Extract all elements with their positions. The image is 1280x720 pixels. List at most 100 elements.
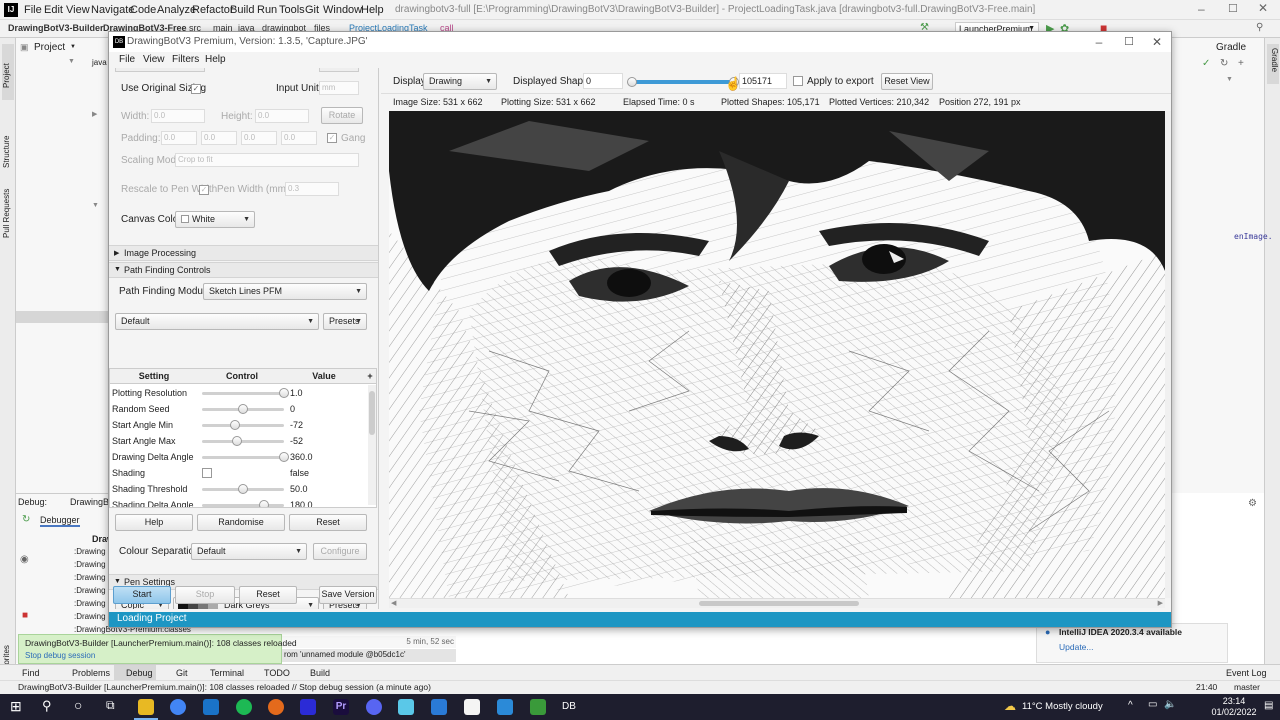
padding-input[interactable]: 0.0	[281, 131, 317, 145]
ide-search-icon[interactable]: ⚲	[1256, 22, 1263, 33]
tool-tab-pull-requests[interactable]: Pull Requests	[2, 189, 11, 238]
cortana-icon[interactable]: ○	[74, 697, 82, 713]
breadcrumb-item[interactable]: DrawingBotV3-Builder	[8, 23, 104, 33]
setting-slider-knob[interactable]	[238, 484, 248, 494]
add-column-icon[interactable]: +	[362, 369, 376, 384]
column-header-control[interactable]: Control	[198, 369, 286, 384]
ide-menu-file[interactable]: File	[24, 4, 42, 16]
setting-value[interactable]: -72	[290, 420, 303, 430]
notification-classes-reloaded[interactable]: DrawingBotV3-Builder [LauncherPremium.ma…	[18, 634, 297, 664]
ide-menu-analyze[interactable]: Analyze	[157, 4, 196, 16]
debug-tree-item[interactable]: :Drawing	[74, 547, 106, 556]
table-scrollbar[interactable]	[368, 385, 376, 505]
app-icon[interactable]	[497, 699, 513, 715]
setting-slider-knob[interactable]	[279, 452, 289, 462]
debugger-tab[interactable]: Debugger	[40, 515, 80, 527]
settings-row[interactable]: Shading Delta Angle 180.0	[110, 497, 372, 507]
height-input[interactable]: 0.0	[255, 109, 309, 123]
update-link[interactable]: Update...	[1059, 642, 1094, 652]
gradle-pane-title[interactable]: Gradle	[1216, 42, 1246, 53]
ide-menu-git[interactable]: Git	[305, 4, 319, 16]
eye-icon[interactable]: ◉	[20, 554, 29, 565]
maximize-icon[interactable]: ☐	[1117, 34, 1141, 50]
stop-debug-link[interactable]: Stop debug session	[25, 651, 95, 660]
tool-tab-project[interactable]: Project	[2, 44, 14, 100]
tab-todo[interactable]: TODO	[264, 668, 290, 678]
clock-date[interactable]: 01/02/2022	[1204, 707, 1264, 717]
display-select[interactable]: Drawing ▼	[423, 73, 497, 90]
padding-input[interactable]: 0.0	[161, 131, 197, 145]
settings-row[interactable]: Start Angle Max -52	[110, 433, 372, 449]
spotify-icon[interactable]	[236, 699, 252, 715]
column-header-setting[interactable]: Setting	[110, 369, 198, 384]
setting-slider[interactable]	[202, 436, 284, 446]
setting-slider-knob[interactable]	[232, 436, 243, 446]
notification-update[interactable]: ● IntelliJ IDEA 2020.3.4 available Updat…	[1036, 623, 1228, 663]
file-explorer-icon[interactable]	[138, 699, 154, 715]
rescale-pen-width-checkbox[interactable]: ✓	[199, 185, 209, 195]
ide-menu-window[interactable]: Window	[323, 4, 362, 16]
ide-close-icon[interactable]: ✕	[1258, 1, 1268, 15]
menu-file[interactable]: File	[119, 54, 135, 65]
stop-debug-icon[interactable]: ■	[22, 610, 28, 621]
task-view-icon[interactable]: ⧉	[106, 698, 115, 713]
tool-tab-gradle[interactable]: Gradle	[1267, 44, 1279, 84]
ide-menu-edit[interactable]: Edit	[44, 4, 63, 16]
setting-checkbox[interactable]	[202, 468, 212, 478]
canvas-color-picker[interactable]: White ▼	[175, 211, 255, 228]
table-scrollbar-thumb[interactable]	[369, 391, 375, 435]
setting-value[interactable]: 0	[290, 404, 295, 414]
weather-text[interactable]: 11°C Mostly cloudy	[1022, 701, 1103, 712]
column-header-value[interactable]: Value	[286, 369, 362, 384]
project-pane-title[interactable]: Project	[34, 42, 65, 53]
close-icon[interactable]: ✕	[1145, 34, 1169, 50]
padding-input[interactable]: 0.0	[241, 131, 277, 145]
search-icon[interactable]: ⚲	[42, 698, 52, 714]
refresh-icon[interactable]: ↻	[1220, 58, 1228, 69]
ide-menu-tools[interactable]: Tools	[279, 4, 305, 16]
tab-event-log[interactable]: Event Log	[1226, 668, 1267, 678]
setting-slider-knob[interactable]	[279, 388, 289, 398]
section-image-processing[interactable]: ▶ Image Processing	[109, 245, 378, 261]
stop-button[interactable]: Stop	[175, 586, 235, 604]
setting-slider[interactable]	[202, 484, 284, 494]
gear-icon[interactable]: ⚙	[1248, 498, 1257, 509]
git-branch[interactable]: master	[1234, 682, 1260, 692]
shapes-range-slider[interactable]	[627, 77, 739, 87]
tab-problems[interactable]: Problems	[72, 668, 110, 678]
setting-slider-knob[interactable]	[258, 500, 269, 507]
debug-tree-item[interactable]: :Drawing	[74, 573, 106, 582]
help-button[interactable]: Help	[115, 514, 193, 531]
debug-tree-item[interactable]: :Drawing	[74, 612, 106, 621]
notification-center-icon[interactable]: ▤	[1264, 700, 1273, 711]
colour-separation-select[interactable]: Default ▼	[191, 543, 307, 560]
tree-expand-icon[interactable]: ▼	[92, 202, 99, 209]
premiere-icon[interactable]: Pr	[333, 699, 349, 715]
tree-expand-icon[interactable]: ▼	[1226, 76, 1233, 83]
canvas-horizontal-scroll-thumb[interactable]	[699, 601, 859, 606]
tab-terminal[interactable]: Terminal	[210, 668, 244, 678]
scroll-left-icon[interactable]: ◀	[391, 599, 396, 607]
ide-maximize-icon[interactable]: ☐	[1228, 2, 1238, 15]
canvas-horizontal-scrollbar[interactable]: ◀ ▶	[389, 598, 1165, 608]
tab-debug[interactable]: Debug	[114, 665, 156, 680]
shapes-min-input[interactable]: 0	[583, 73, 623, 89]
debug-tree-item[interactable]: :Drawing	[74, 599, 106, 608]
section-path-finding-controls[interactable]: ▼ Path Finding Controls	[109, 262, 378, 278]
network-icon[interactable]: ▭	[1148, 699, 1157, 710]
ide-menu-help[interactable]: Help	[361, 4, 384, 16]
blender-icon[interactable]	[268, 699, 284, 715]
tab-find[interactable]: Find	[22, 668, 40, 678]
menu-view[interactable]: View	[143, 54, 165, 65]
minimize-icon[interactable]: –	[1087, 34, 1111, 50]
setting-value[interactable]: false	[290, 468, 309, 478]
drawingbot-taskbar-icon[interactable]: DB	[561, 699, 577, 715]
tree-expand-icon[interactable]: ▼	[68, 58, 75, 65]
input-units-select[interactable]: mm	[319, 81, 359, 95]
mail-icon[interactable]	[203, 699, 219, 715]
menu-filters[interactable]: Filters	[172, 54, 199, 65]
clock-time[interactable]: 23:14	[1214, 696, 1254, 706]
reset-button[interactable]: Reset	[239, 586, 297, 604]
settings-row[interactable]: Plotting Resolution 1.0	[110, 385, 372, 401]
chrome-icon[interactable]	[170, 699, 186, 715]
